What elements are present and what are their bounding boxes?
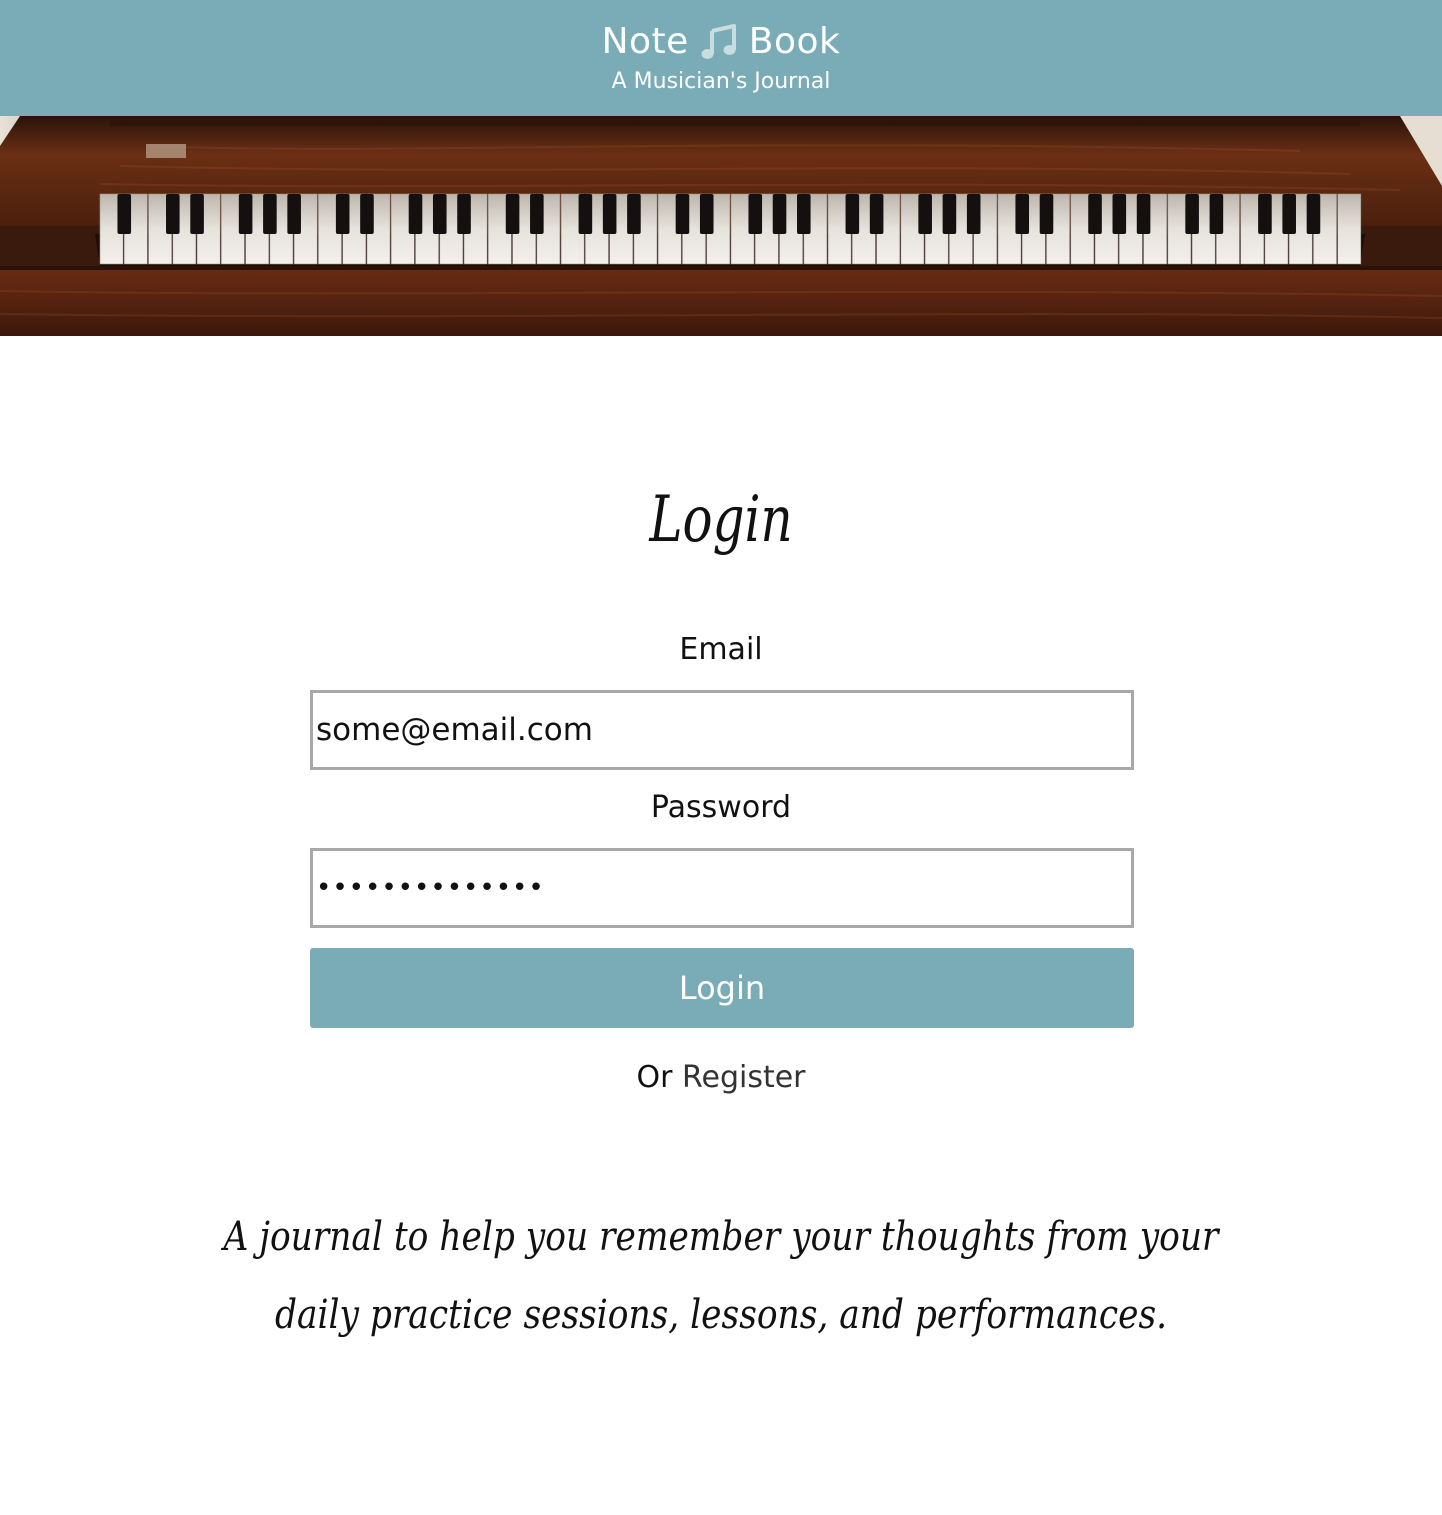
piano-keyboard-image <box>0 116 1442 336</box>
piano-black-key <box>772 194 787 234</box>
brand-name-note: Note <box>601 21 689 62</box>
piano-black-key <box>627 194 641 234</box>
piano-black-key <box>797 194 811 234</box>
piano-black-key <box>505 194 520 234</box>
piano-black-key <box>675 194 690 234</box>
piano-black-key <box>287 194 301 234</box>
email-field[interactable] <box>310 690 1134 770</box>
site-tagline: A Musician's Journal <box>611 69 831 94</box>
piano-black-key <box>408 194 423 234</box>
piano-black-key <box>1136 194 1151 234</box>
piano-black-key <box>1015 194 1030 234</box>
piano-black-key <box>117 194 132 234</box>
piano-black-key <box>1185 194 1199 234</box>
piano-black-key <box>602 194 617 234</box>
email-label: Email <box>679 632 763 667</box>
login-button[interactable]: Login <box>310 948 1134 1028</box>
piano-black-key <box>1088 194 1102 234</box>
or-text: Or <box>636 1060 673 1095</box>
app-description: A journal to help you remember your thou… <box>223 1214 1219 1338</box>
piano-black-key <box>190 194 204 234</box>
hero-piano-image <box>0 116 1442 336</box>
register-link[interactable]: Register <box>682 1060 806 1095</box>
piano-black-key <box>360 194 374 234</box>
piano-black-key <box>432 194 447 234</box>
register-prompt: Or Register <box>0 1058 1442 1098</box>
piano-black-key <box>166 194 180 234</box>
piano-black-key <box>918 194 932 234</box>
piano-black-key <box>942 194 957 234</box>
piano-black-key <box>238 194 253 234</box>
password-label: Password <box>650 790 792 825</box>
piano-black-key <box>335 194 350 234</box>
piano-black-key <box>578 194 593 234</box>
login-title: Login <box>649 483 793 557</box>
piano-black-key <box>845 194 860 234</box>
piano-white-key <box>1337 193 1362 265</box>
piano-black-key <box>966 194 981 234</box>
music-note-icon <box>701 24 736 59</box>
site-header: Note Book A Musician's Journal <box>0 0 1442 116</box>
piano-black-key <box>1282 194 1296 234</box>
piano-black-key <box>530 194 544 234</box>
piano-black-key <box>699 194 714 234</box>
brand-name-book: Book <box>748 21 841 62</box>
brand-logo[interactable]: Note Book <box>0 18 1442 66</box>
piano-black-key <box>748 194 763 234</box>
piano-black-key <box>1112 194 1127 234</box>
piano-black-key <box>1258 194 1272 234</box>
piano-black-key <box>1039 194 1054 234</box>
piano-black-key <box>1209 194 1224 234</box>
piano-black-key <box>1306 194 1321 234</box>
piano-black-key <box>869 194 884 234</box>
password-field[interactable] <box>310 848 1134 928</box>
piano-black-key <box>263 194 277 234</box>
piano-black-key <box>457 194 471 234</box>
